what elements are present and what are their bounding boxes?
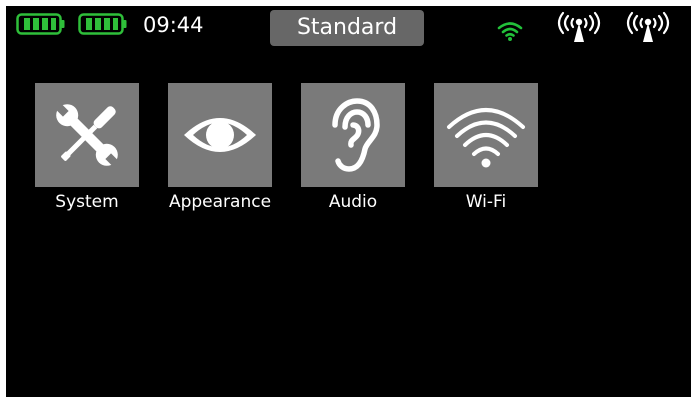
- clock: 09:44: [143, 13, 204, 37]
- device-screen: 09:44 Standard System Appearance Audio W…: [6, 6, 691, 397]
- tile-icon-box: [168, 83, 272, 187]
- mode-selector[interactable]: Standard: [270, 10, 424, 46]
- eye-icon: [184, 118, 256, 152]
- menu-tile-system[interactable]: System: [35, 83, 139, 217]
- menu-tile-wifi[interactable]: Wi-Fi: [434, 83, 538, 217]
- tile-label: Audio: [328, 192, 378, 212]
- tile-label: System: [55, 192, 119, 212]
- tile-icon-box: [301, 83, 405, 187]
- antenna-signal-icon: [621, 9, 675, 45]
- tile-label: Wi-Fi: [465, 192, 507, 212]
- tile-icon-box: [35, 83, 139, 187]
- menu-tile-appearance[interactable]: Appearance: [168, 83, 272, 217]
- wrench-screwdriver-icon: [54, 102, 120, 168]
- wifi-icon: [447, 108, 525, 168]
- ear-icon: [332, 98, 380, 172]
- tile-icon-box: [434, 83, 538, 187]
- battery-icon: [78, 13, 128, 35]
- menu-tile-audio[interactable]: Audio: [301, 83, 405, 217]
- battery-icon: [16, 13, 66, 35]
- wifi-status-icon: [497, 20, 523, 42]
- tile-label: Appearance: [168, 192, 272, 212]
- antenna-signal-icon: [552, 9, 606, 45]
- status-bar: 09:44 Standard: [6, 6, 691, 48]
